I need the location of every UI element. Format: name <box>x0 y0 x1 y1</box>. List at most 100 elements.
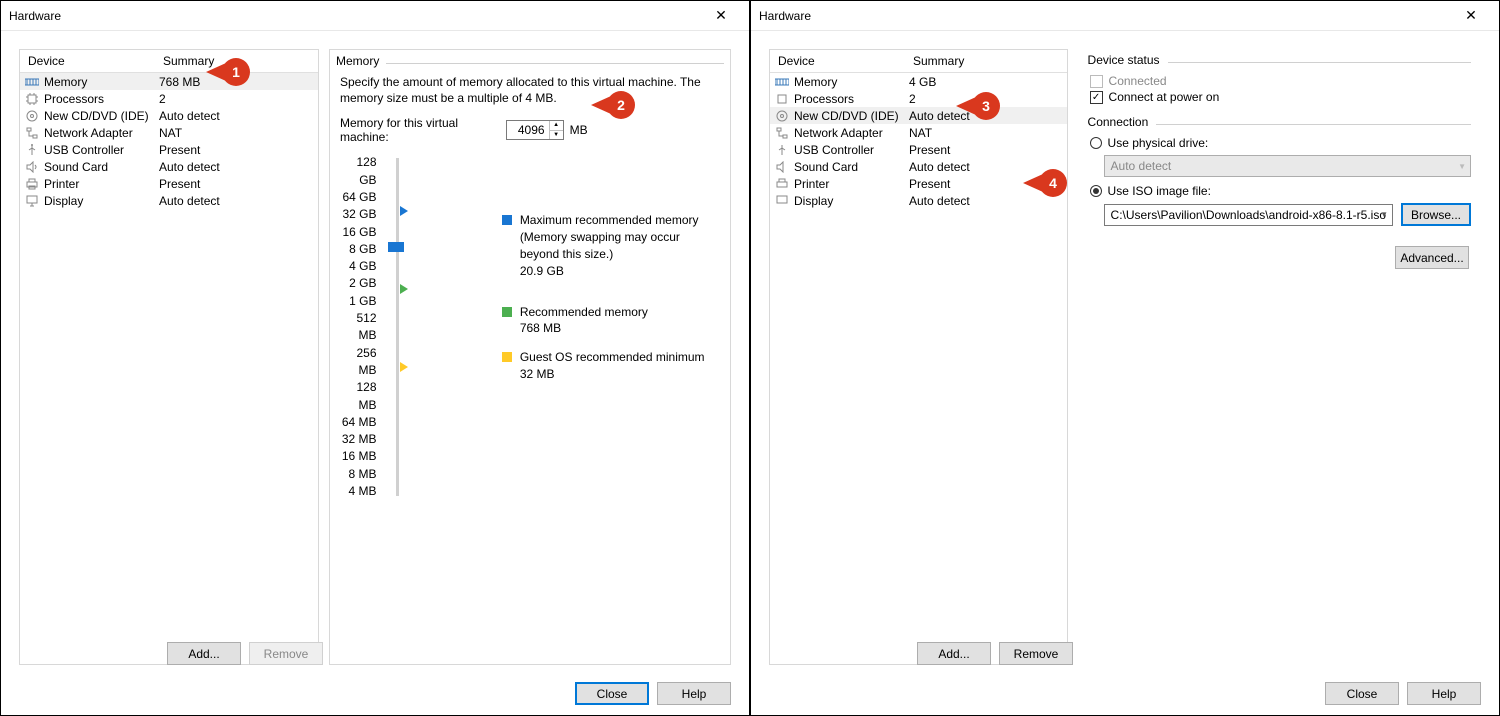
iso-path-combo[interactable]: C:\Users\Pavilion\Downloads\android-x86-… <box>1104 204 1393 226</box>
device-row-display[interactable]: Display Auto detect <box>20 192 318 209</box>
connected-checkbox: Connected <box>1090 73 1471 89</box>
device-row-sound[interactable]: Sound Card Auto detect <box>20 158 318 175</box>
device-summary: NAT <box>909 126 1063 140</box>
titlebar: Hardware ✕ <box>751 1 1499 31</box>
legend-rec-value: 768 MB <box>520 320 648 337</box>
checkbox-icon: ✓ <box>1090 91 1103 104</box>
cpu-icon <box>774 93 790 105</box>
legend-square-green <box>502 307 512 317</box>
spinner-down-icon[interactable]: ▼ <box>550 131 563 140</box>
memory-unit: MB <box>570 123 588 137</box>
physical-drive-value: Auto detect <box>1111 159 1172 173</box>
device-status-group: Device status Connected ✓ Connect at pow… <box>1088 53 1471 105</box>
device-row-memory[interactable]: Memory 4 GB <box>770 73 1067 90</box>
checkbox-icon <box>1090 75 1103 88</box>
col-device[interactable]: Device <box>770 50 905 72</box>
device-rows: Memory 768 MB Processors 2 New CD/DVD (I… <box>20 73 318 664</box>
device-name: Display <box>44 194 159 208</box>
close-button[interactable]: Close <box>1325 682 1399 705</box>
remove-button[interactable]: Remove <box>999 642 1073 665</box>
device-name: New CD/DVD (IDE) <box>794 109 909 123</box>
device-buttons: Add... Remove <box>167 642 323 665</box>
legend-max-value: 20.9 GB <box>520 263 720 280</box>
device-name: Processors <box>44 92 159 106</box>
close-icon[interactable]: ✕ <box>701 7 741 24</box>
device-summary: NAT <box>159 126 314 140</box>
device-summary: Auto detect <box>159 109 314 123</box>
memory-icon <box>774 76 790 88</box>
browse-button[interactable]: Browse... <box>1401 203 1471 226</box>
col-summary[interactable]: Summary <box>905 50 1067 72</box>
printer-icon <box>24 178 40 190</box>
memory-input-label: Memory for this virtual machine: <box>340 116 494 144</box>
add-button[interactable]: Add... <box>167 642 241 665</box>
dialog-buttons: Close Help <box>575 682 731 705</box>
close-button[interactable]: Close <box>575 682 649 705</box>
callout-4: 4 <box>1023 169 1067 197</box>
close-icon[interactable]: ✕ <box>1451 7 1491 24</box>
col-device[interactable]: Device <box>20 50 155 72</box>
spinner-arrows[interactable]: ▲▼ <box>549 121 563 139</box>
sound-icon <box>24 161 40 173</box>
help-button[interactable]: Help <box>657 682 731 705</box>
min-marker-icon <box>400 362 408 372</box>
device-row-usb[interactable]: USB Controller Present <box>20 141 318 158</box>
advanced-button[interactable]: Advanced... <box>1395 246 1469 269</box>
content-area: Device Summary Memory 4 GB Processors 2 … <box>751 31 1499 715</box>
legend-rec-label: Recommended memory <box>520 304 648 321</box>
help-button[interactable]: Help <box>1407 682 1481 705</box>
device-row-usb[interactable]: USB Controller Present <box>770 141 1067 158</box>
chevron-down-icon[interactable]: ▼ <box>1380 210 1388 219</box>
device-list-panel: Device Summary Memory 768 MB Processors … <box>19 49 319 665</box>
device-name: Sound Card <box>794 160 909 174</box>
device-row-printer[interactable]: Printer Present <box>20 175 318 192</box>
hardware-window-right: Hardware ✕ Device Summary Memory 4 GB Pr… <box>750 0 1500 716</box>
memory-settings-panel: Memory Specify the amount of memory allo… <box>329 49 731 665</box>
list-header: Device Summary <box>20 50 318 73</box>
legend-max-note: (Memory swapping may occur beyond this s… <box>520 229 720 263</box>
physical-label: Use physical drive: <box>1108 136 1209 150</box>
spinner-up-icon[interactable]: ▲ <box>550 121 563 131</box>
device-row-processors[interactable]: Processors 2 <box>20 90 318 107</box>
connected-label: Connected <box>1109 74 1167 88</box>
group-title: Device status <box>1088 51 1160 69</box>
legend-square-yellow <box>502 352 512 362</box>
memory-icon <box>24 76 40 88</box>
legend-min-value: 32 MB <box>520 366 705 383</box>
device-name: USB Controller <box>794 143 909 157</box>
device-row-memory[interactable]: Memory 768 MB <box>20 73 318 90</box>
cpu-icon <box>24 93 40 105</box>
memory-spinner[interactable]: ▲▼ <box>506 120 564 140</box>
radio-icon <box>1090 137 1102 149</box>
usb-icon <box>774 144 790 156</box>
slider-handle[interactable] <box>388 242 404 252</box>
device-name: Printer <box>44 177 159 191</box>
device-row-cddvd[interactable]: New CD/DVD (IDE) Auto detect <box>20 107 318 124</box>
memory-input-row: Memory for this virtual machine: ▲▼ MB <box>336 116 724 150</box>
disc-icon <box>24 110 40 122</box>
sound-icon <box>774 161 790 173</box>
network-icon <box>774 127 790 139</box>
device-summary: Present <box>159 177 314 191</box>
device-row-network[interactable]: Network Adapter NAT <box>20 124 318 141</box>
device-row-network[interactable]: Network Adapter NAT <box>770 124 1067 141</box>
radio-icon <box>1090 185 1102 197</box>
device-name: New CD/DVD (IDE) <box>44 109 159 123</box>
legend-min-label: Guest OS recommended minimum <box>520 349 705 366</box>
use-physical-radio[interactable]: Use physical drive: <box>1090 135 1471 151</box>
device-name: Memory <box>44 75 159 89</box>
device-summary: 2 <box>159 92 314 106</box>
display-icon <box>774 195 790 207</box>
printer-icon <box>774 178 790 190</box>
device-name: Memory <box>794 75 909 89</box>
device-row-processors[interactable]: Processors 2 <box>770 90 1067 107</box>
device-buttons: Add... Remove <box>917 642 1073 665</box>
memory-value-input[interactable] <box>507 121 549 139</box>
add-button[interactable]: Add... <box>917 642 991 665</box>
device-row-cddvd[interactable]: New CD/DVD (IDE) Auto detect <box>770 107 1067 124</box>
memory-slider-track[interactable] <box>387 154 403 500</box>
device-name: Printer <box>794 177 909 191</box>
device-name: Network Adapter <box>794 126 909 140</box>
use-iso-radio[interactable]: Use ISO image file: <box>1090 183 1471 199</box>
connect-poweron-checkbox[interactable]: ✓ Connect at power on <box>1090 89 1471 105</box>
